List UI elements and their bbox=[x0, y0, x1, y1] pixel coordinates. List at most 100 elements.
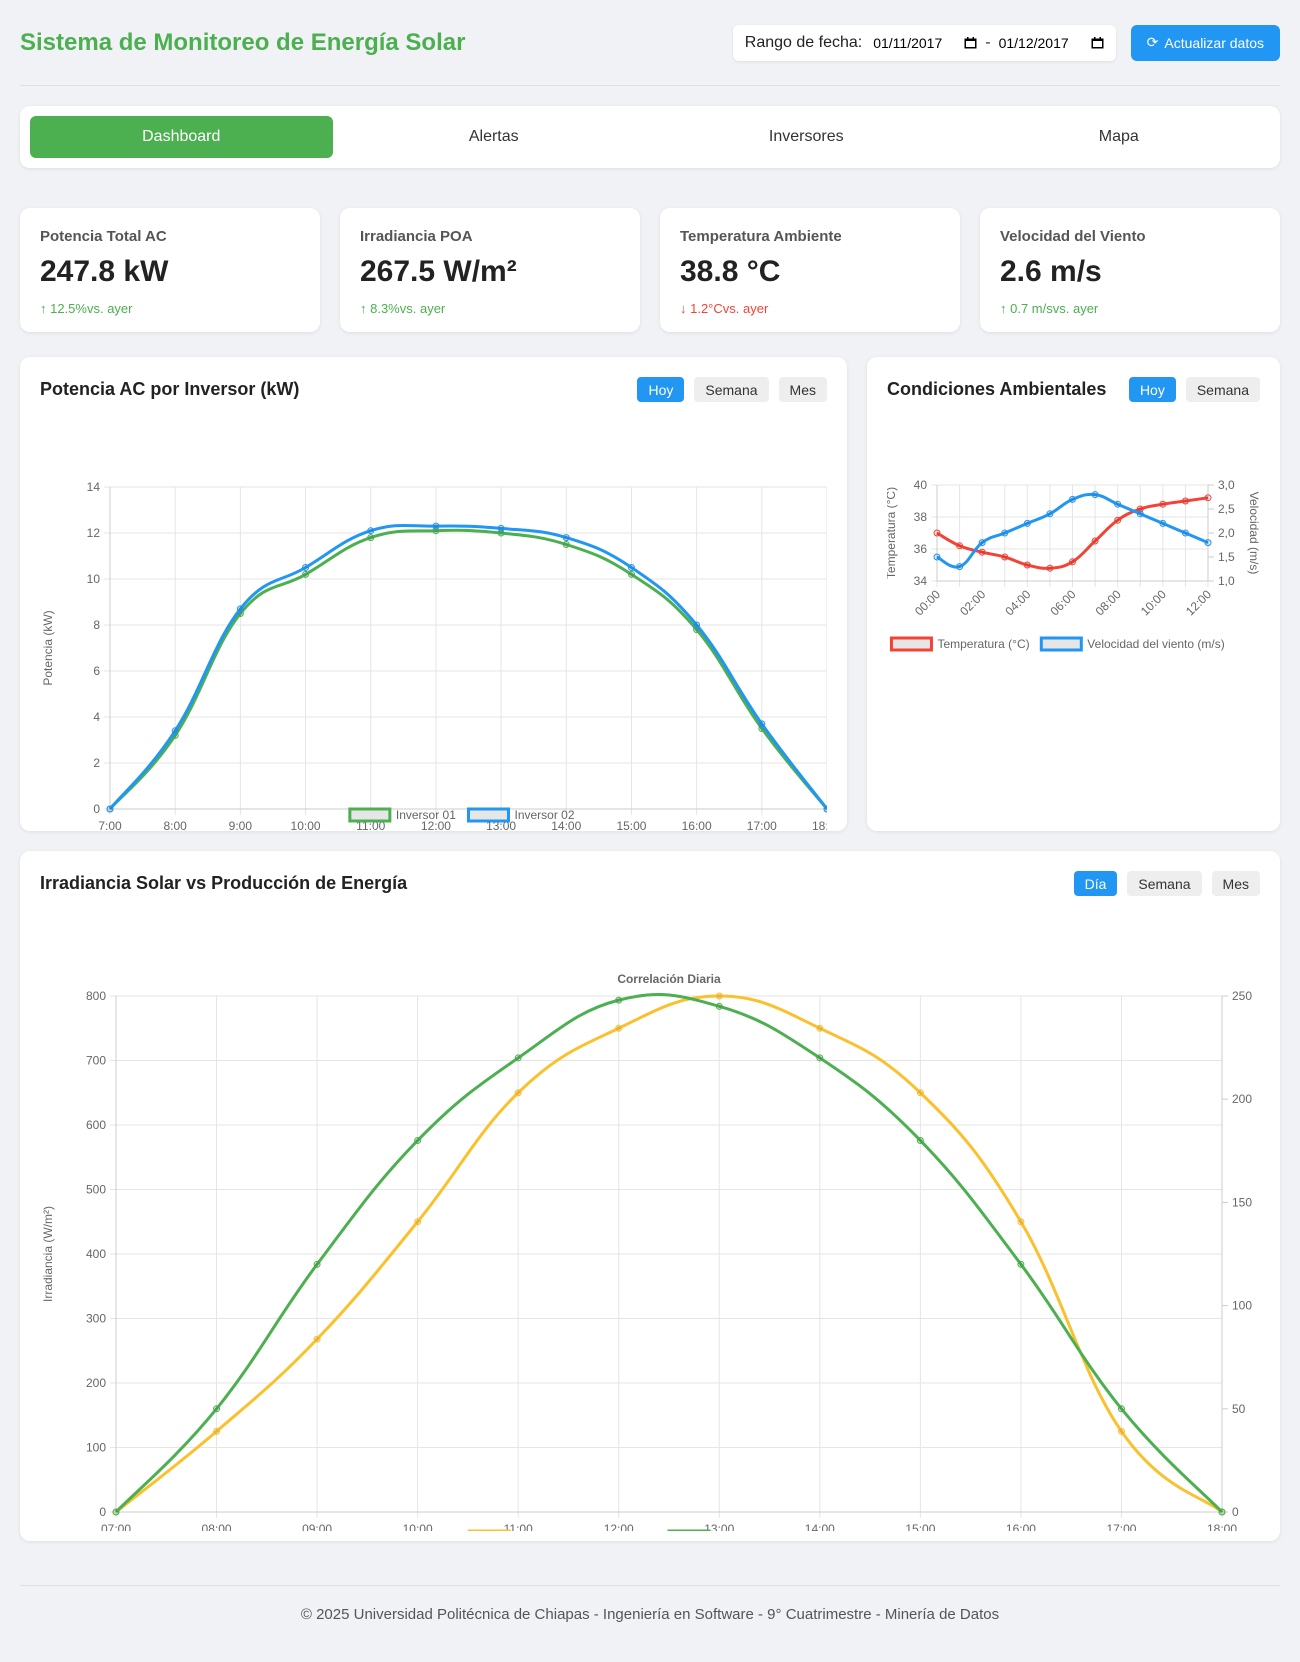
data-point bbox=[1023, 519, 1031, 527]
y2-tick-label: 250 bbox=[1232, 989, 1252, 1003]
data-point bbox=[514, 1089, 522, 1097]
data-point bbox=[693, 621, 701, 629]
data-point bbox=[956, 563, 964, 571]
x-tick-label: 08:00 bbox=[202, 1522, 232, 1531]
data-point bbox=[302, 570, 310, 578]
data-point bbox=[106, 805, 114, 813]
y-tick-label: 300 bbox=[86, 1312, 106, 1326]
data-point bbox=[497, 524, 505, 532]
y-tick-label: 14 bbox=[87, 480, 101, 494]
y-tick-label: 8 bbox=[93, 618, 100, 632]
data-point bbox=[313, 1335, 321, 1343]
range-button-mes[interactable]: Mes bbox=[778, 377, 827, 402]
card-title: Potencia AC por Inversor (kW) bbox=[40, 379, 300, 399]
y2-tick-label: 2,5 bbox=[1218, 502, 1235, 516]
y2-axis-label: Velocidad (m/s) bbox=[1247, 492, 1260, 575]
legend-swatch bbox=[348, 807, 392, 823]
irradiance-production-card: Irradiancia Solar vs Producción de Energ… bbox=[20, 851, 1280, 1541]
data-point bbox=[1001, 529, 1009, 537]
range-button-semana[interactable]: Semana bbox=[694, 377, 769, 402]
calendar-icon[interactable] bbox=[1091, 36, 1104, 49]
range-button-hoy[interactable]: Hoy bbox=[637, 377, 685, 402]
ambient-conditions-card: Condiciones Ambientales Hoy Semana 34 36 3… bbox=[867, 357, 1280, 831]
data-point bbox=[715, 992, 723, 1000]
range-button-hoy[interactable]: Hoy bbox=[1128, 377, 1176, 402]
x-tick-label: 18:00 bbox=[812, 819, 827, 833]
kpi-change: ↑ 8.3%vs. ayer bbox=[360, 301, 446, 316]
page-header: Sistema de Monitoreo de Energía Solar Ra… bbox=[20, 0, 1280, 86]
legend-label: Velocidad del viento (m/s) bbox=[1087, 637, 1224, 651]
y-tick-label: 4 bbox=[93, 710, 100, 724]
date-from-input[interactable]: 01/11/2017 bbox=[873, 35, 977, 51]
range-button-mes[interactable]: Mes bbox=[1211, 871, 1260, 896]
data-point bbox=[1181, 497, 1189, 505]
data-point bbox=[1017, 1218, 1025, 1226]
date-to-input[interactable]: 01/12/2017 bbox=[999, 35, 1104, 51]
data-point bbox=[112, 1508, 120, 1516]
data-point bbox=[933, 553, 941, 561]
data-point bbox=[615, 1024, 623, 1032]
x-tick-label: 10:00 bbox=[291, 819, 321, 833]
x-tick-label: 02:00 bbox=[957, 587, 988, 618]
card-title: Condiciones Ambientales bbox=[887, 379, 1107, 399]
kpi-title: Velocidad del Viento bbox=[1000, 228, 1146, 245]
data-point bbox=[562, 534, 570, 542]
refresh-button[interactable]: ⟳ Actualizar datos bbox=[1130, 24, 1280, 61]
data-point bbox=[1069, 495, 1076, 503]
calendar-icon[interactable] bbox=[964, 36, 977, 49]
legend-label: Inversor 01 bbox=[396, 808, 456, 822]
range-button-semana[interactable]: Semana bbox=[1127, 871, 1202, 896]
kpi-card-power: Potencia Total AC 247.8 kW ↑ 12.5%vs. ay… bbox=[20, 208, 320, 332]
y-axis-label: Potencia (kW) bbox=[41, 610, 55, 685]
data-point bbox=[1114, 516, 1122, 524]
x-tick-label: 7:00 bbox=[98, 819, 122, 833]
tab-mapa[interactable]: Mapa bbox=[968, 116, 1271, 158]
ambient-conditions-chart: 34 36 38 40 1,0 1,5 2,0 2,5 3,0 00:00 02:00 04:00 06… bbox=[887, 478, 1260, 652]
data-point bbox=[627, 570, 635, 578]
data-point bbox=[1159, 500, 1167, 508]
kpi-value: 2.6 m/s bbox=[1000, 255, 1102, 288]
tab-alertas[interactable]: Alertas bbox=[343, 116, 646, 158]
data-point bbox=[1091, 537, 1099, 545]
y-tick-label: 40 bbox=[914, 478, 928, 492]
y-tick-label: 6 bbox=[93, 664, 100, 678]
y-tick-label: 400 bbox=[86, 1247, 106, 1261]
data-point bbox=[414, 1218, 422, 1226]
tab-inversores[interactable]: Inversores bbox=[655, 116, 958, 158]
range-button-semana[interactable]: Semana bbox=[1185, 377, 1260, 402]
x-tick-label: 06:00 bbox=[1047, 587, 1078, 618]
kpi-card-wind: Velocidad del Viento 2.6 m/s ↑ 0.7 m/svs… bbox=[980, 208, 1280, 332]
kpi-card-irradiance: Irradiancia POA 267.5 W/m² ↑ 8.3%vs. aye… bbox=[340, 208, 640, 332]
data-point bbox=[1204, 539, 1212, 547]
footer-text: © 2025 Universidad Politécnica de Chiapa… bbox=[300, 1606, 1000, 1623]
y-tick-label: 10 bbox=[87, 572, 101, 586]
y-tick-label: 100 bbox=[86, 1441, 106, 1455]
legend-label: Inversor 02 bbox=[515, 808, 575, 822]
date-separator: - bbox=[985, 33, 991, 51]
x-tick-label: 9:00 bbox=[229, 819, 253, 833]
chart-title: Correlación Diaria bbox=[617, 972, 721, 986]
x-tick-label: 16:00 bbox=[682, 819, 712, 833]
y-tick-label: 38 bbox=[914, 510, 928, 524]
series-line bbox=[114, 993, 1224, 1514]
data-point bbox=[615, 996, 623, 1004]
legend-swatch bbox=[467, 807, 510, 823]
legend-swatch bbox=[889, 636, 933, 652]
series-line bbox=[108, 523, 827, 810]
x-tick-label: 00:00 bbox=[912, 587, 943, 618]
range-button-dia[interactable]: Día bbox=[1073, 871, 1118, 896]
data-point bbox=[1017, 1260, 1025, 1268]
data-point bbox=[978, 548, 986, 556]
kpi-title: Irradiancia POA bbox=[360, 228, 473, 245]
data-point bbox=[1181, 529, 1189, 537]
y-tick-label: 0 bbox=[99, 1505, 106, 1519]
data-point bbox=[978, 539, 986, 547]
data-point bbox=[1069, 558, 1076, 566]
y-tick-label: 800 bbox=[86, 989, 106, 1003]
x-tick-label: 16:00 bbox=[1006, 1522, 1036, 1531]
data-point bbox=[1091, 491, 1099, 499]
data-point bbox=[432, 522, 440, 530]
data-point bbox=[514, 1054, 522, 1062]
tab-dashboard[interactable]: Dashboard bbox=[30, 116, 333, 158]
inverter-power-card: Potencia AC por Inversor (kW) Hoy Semana… bbox=[20, 357, 847, 833]
